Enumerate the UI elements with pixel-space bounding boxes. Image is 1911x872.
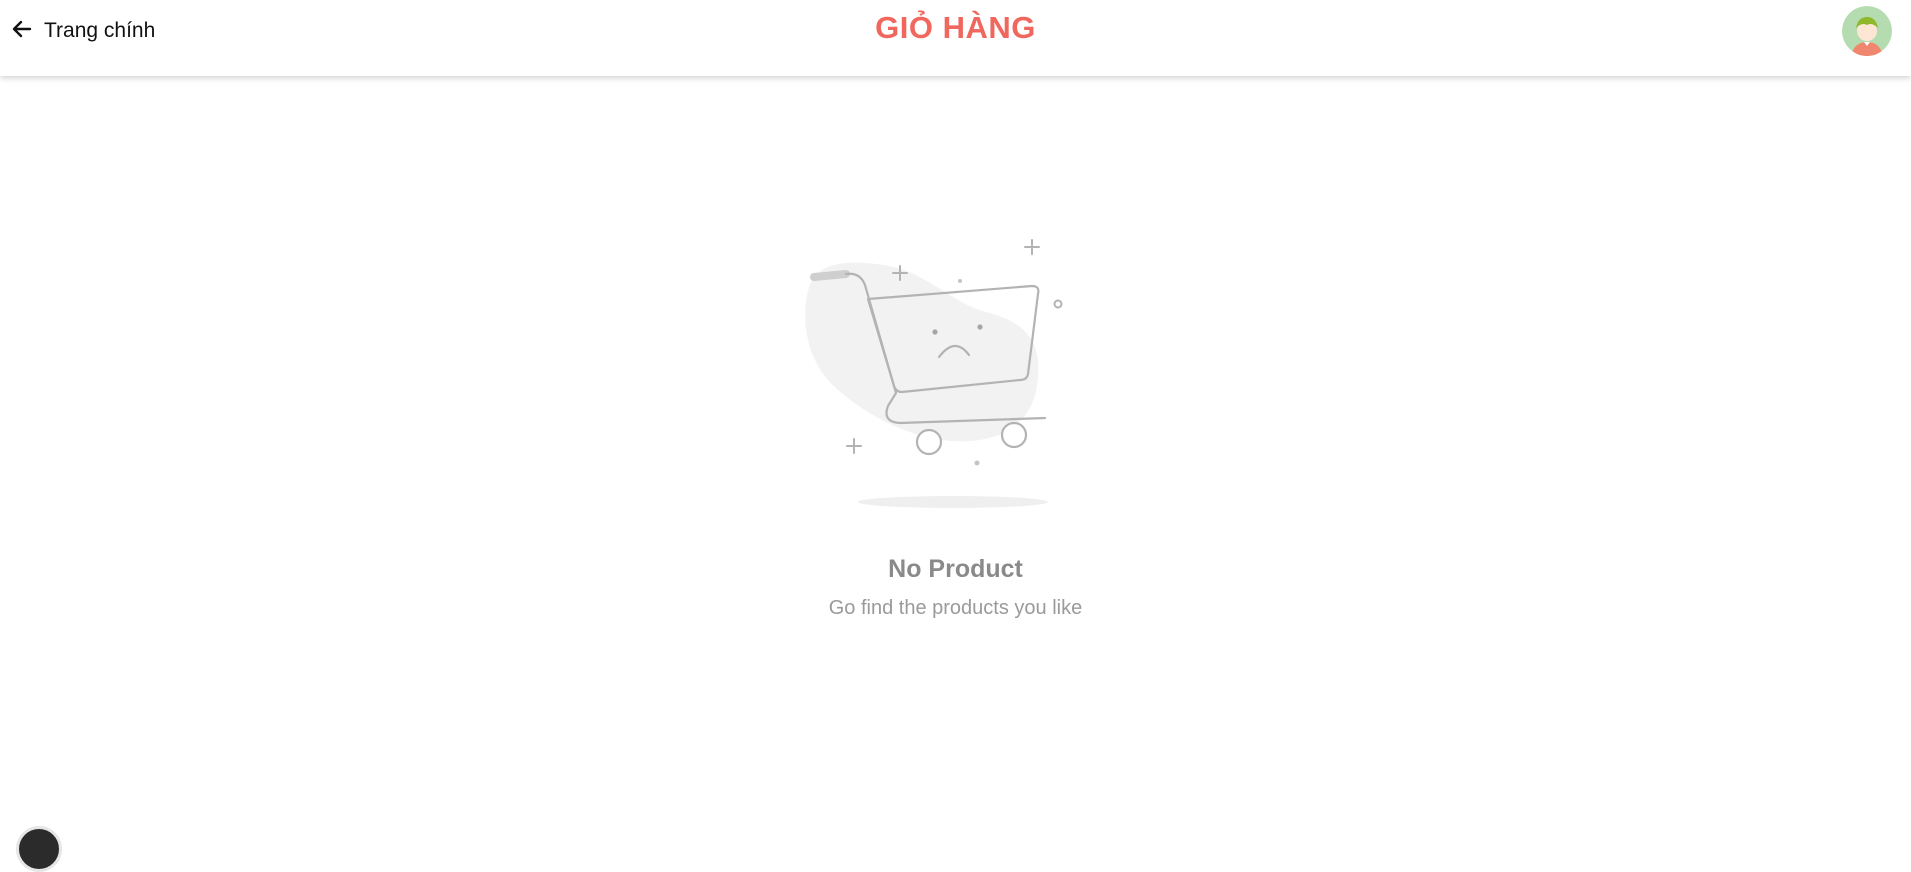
app-header: Trang chính GIỎ HÀNG [0, 0, 1911, 76]
page-title: GIỎ HÀNG [875, 10, 1036, 45]
empty-state-subtitle: Go find the products you like [828, 597, 1083, 619]
sad-shopping-cart-icon [790, 220, 1120, 520]
empty-state-title: No Product [888, 555, 1023, 583]
user-avatar-icon[interactable] [1842, 6, 1892, 56]
chat-bubble-icon[interactable] [16, 826, 62, 872]
